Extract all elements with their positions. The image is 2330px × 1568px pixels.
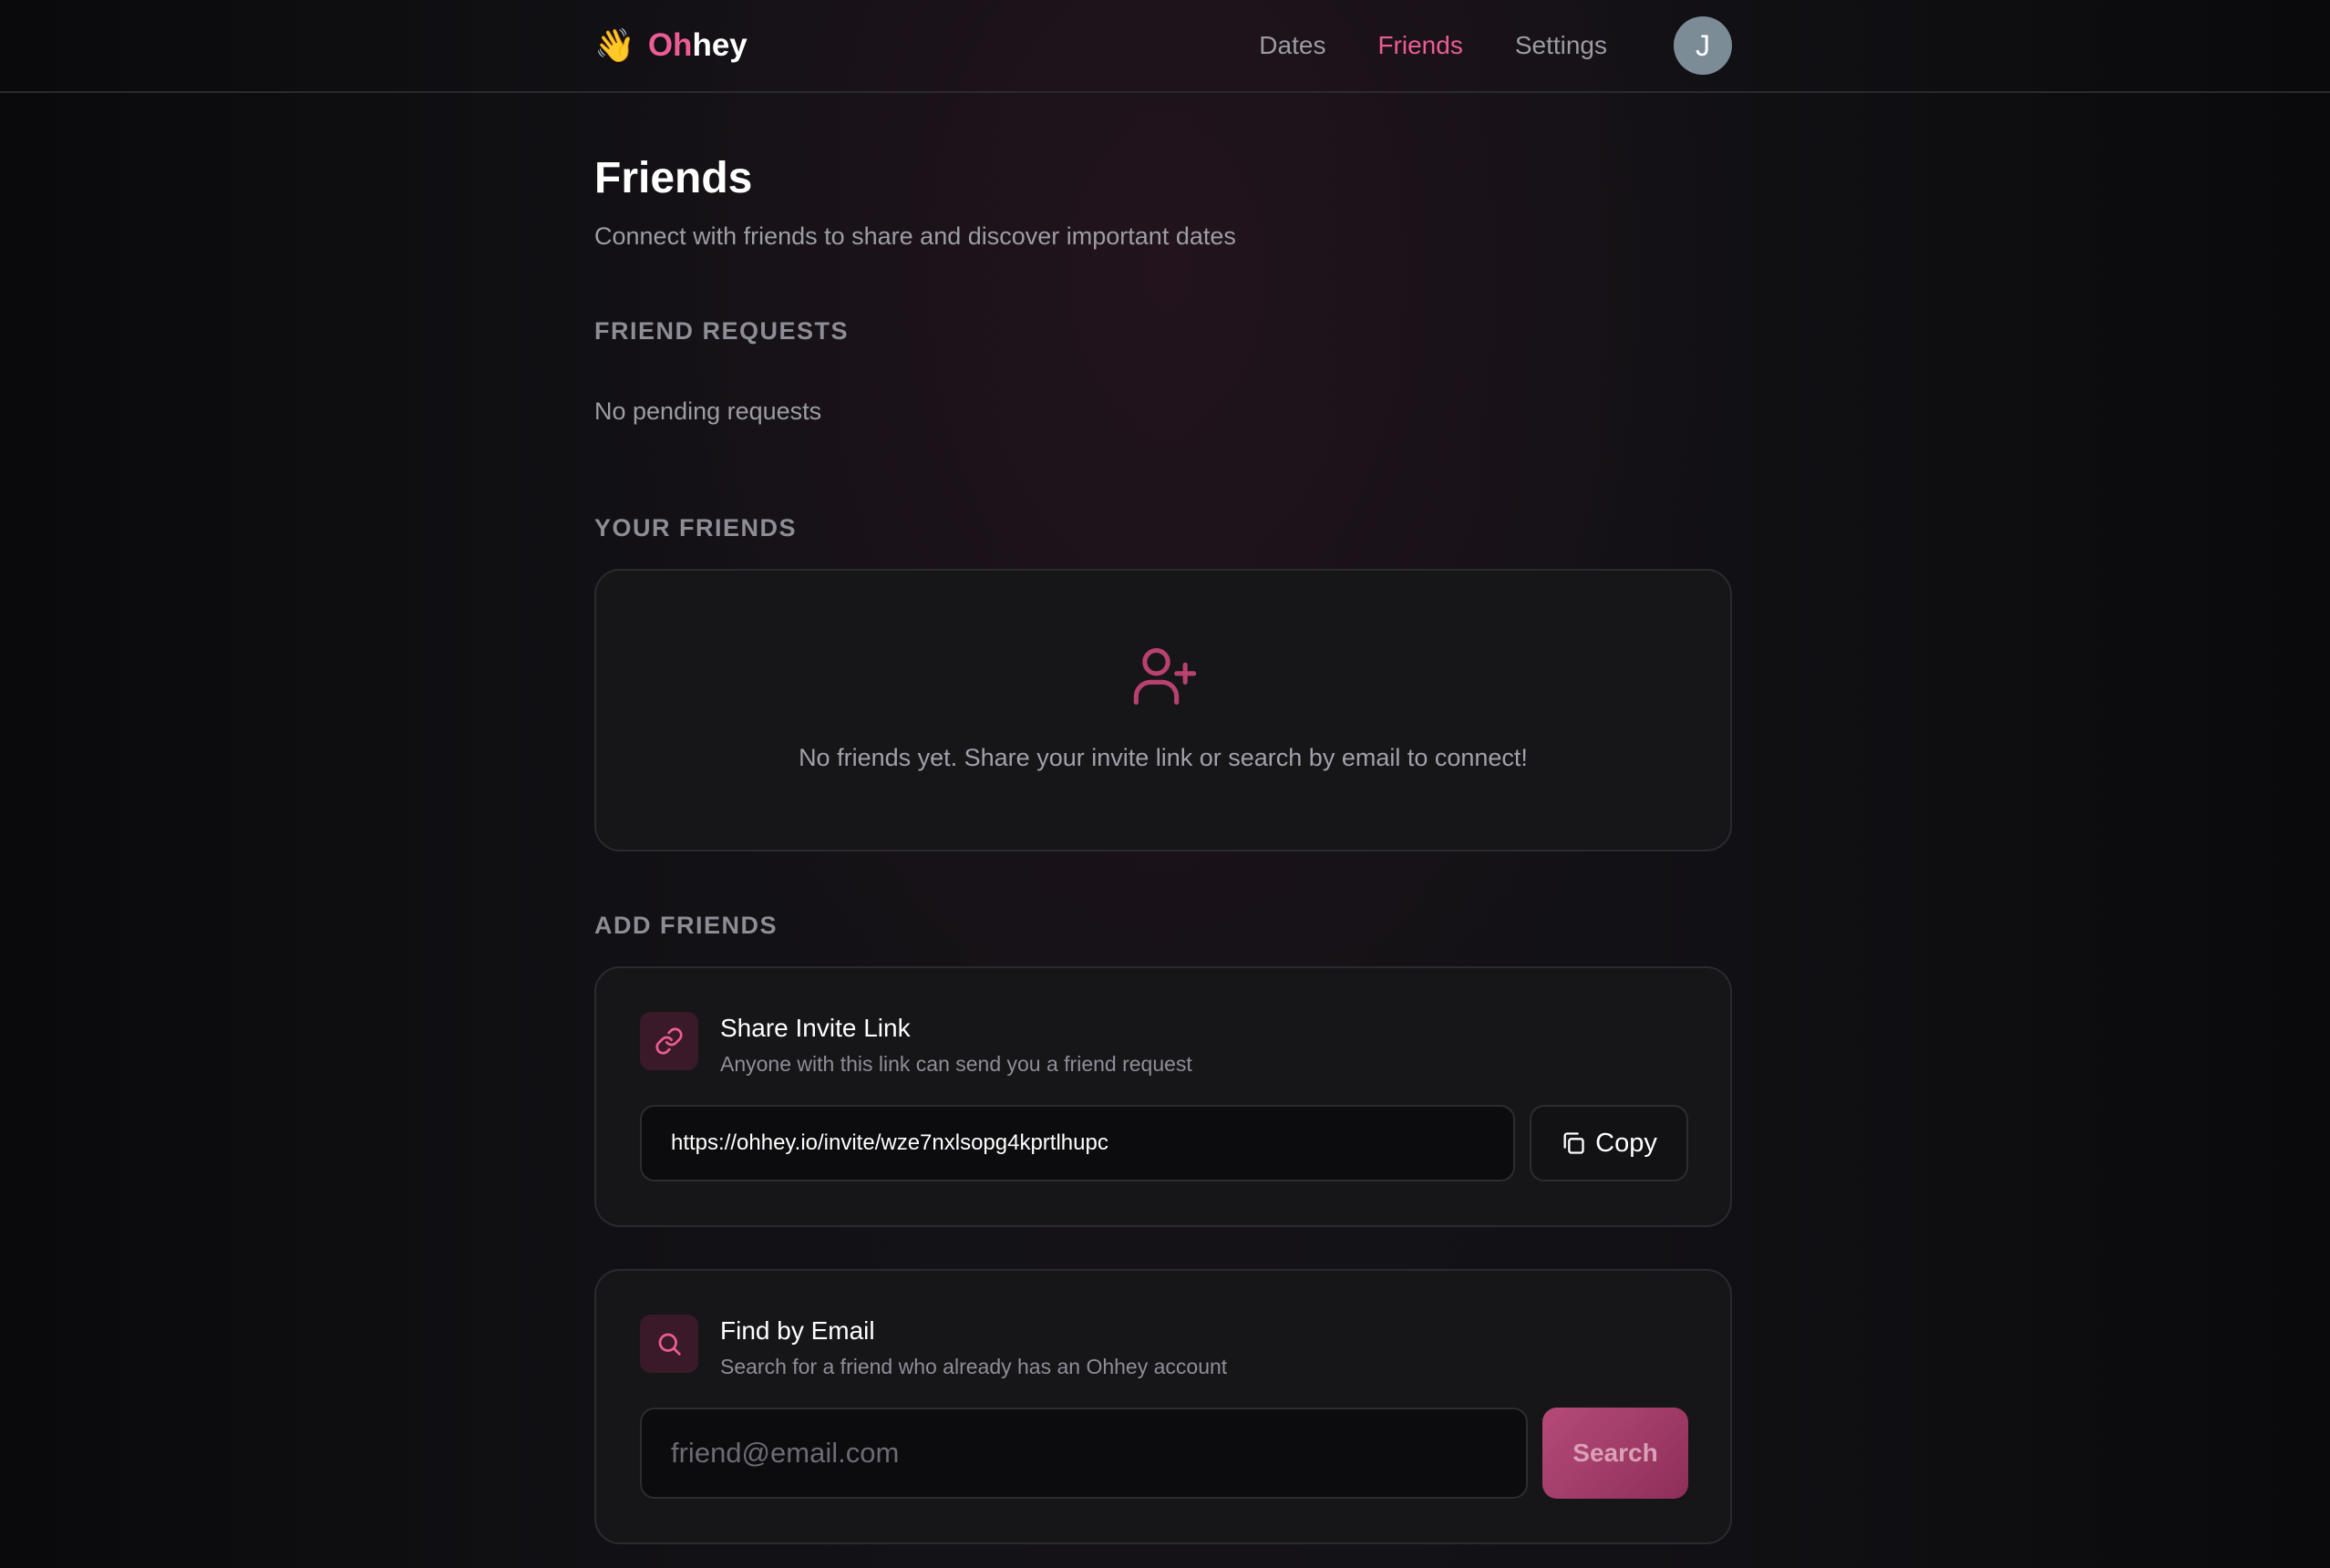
search-icon-box: [640, 1315, 698, 1373]
nav-item-settings[interactable]: Settings: [1515, 31, 1607, 60]
logo-text-hey: hey: [692, 27, 747, 63]
find-card-title: Find by Email: [720, 1316, 875, 1345]
invite-card-description: Anyone with this link can send you a fri…: [720, 1052, 1192, 1076]
invite-link-field[interactable]: https://ohhey.io/invite/wze7nxlsopg4kprt…: [640, 1105, 1515, 1181]
copy-link-button[interactable]: Copy: [1530, 1105, 1688, 1181]
app-logo[interactable]: 👋 Ohhey: [594, 26, 747, 65]
no-friends-message: No friends yet. Share your invite link o…: [799, 744, 1528, 771]
waving-hand-icon: 👋: [594, 26, 635, 64]
email-search-input[interactable]: [640, 1408, 1528, 1499]
logo-text: Ohhey: [648, 27, 747, 64]
friends-empty-state-card: No friends yet. Share your invite link o…: [594, 569, 1732, 851]
link-icon: [655, 1027, 683, 1055]
user-plus-icon: [1133, 647, 1197, 706]
find-card-description: Search for a friend who already has an O…: [720, 1355, 1228, 1378]
page-subtitle: Connect with friends to share and discov…: [594, 222, 1236, 250]
page-title: Friends: [594, 154, 753, 202]
link-icon-box: [640, 1012, 698, 1070]
search-icon: [658, 1333, 681, 1356]
nav-item-friends[interactable]: Friends: [1377, 31, 1462, 60]
nav-item-dates[interactable]: Dates: [1259, 31, 1325, 60]
your-friends-heading: YOUR FRIENDS: [594, 514, 798, 542]
find-by-email-card: Find by Email Search for a friend who al…: [594, 1269, 1732, 1544]
copy-button-label: Copy: [1595, 1128, 1657, 1158]
share-invite-link-card: Share Invite Link Anyone with this link …: [594, 966, 1732, 1227]
invite-card-title: Share Invite Link: [720, 1014, 911, 1042]
logo-text-oh: Oh: [647, 27, 693, 63]
header-container: 👋 Ohhey Dates Friends Settings J: [594, 0, 1732, 91]
add-friends-heading: ADD FRIENDS: [594, 912, 778, 939]
no-pending-requests-text: No pending requests: [594, 397, 822, 425]
copy-icon: [1563, 1132, 1584, 1154]
friend-requests-heading: FRIEND REQUESTS: [594, 317, 850, 345]
search-button[interactable]: Search: [1542, 1408, 1688, 1499]
top-navigation-bar: 👋 Ohhey Dates Friends Settings J: [0, 0, 2330, 93]
user-avatar[interactable]: J: [1674, 16, 1732, 75]
main-nav: Dates Friends Settings J: [1207, 16, 1732, 75]
